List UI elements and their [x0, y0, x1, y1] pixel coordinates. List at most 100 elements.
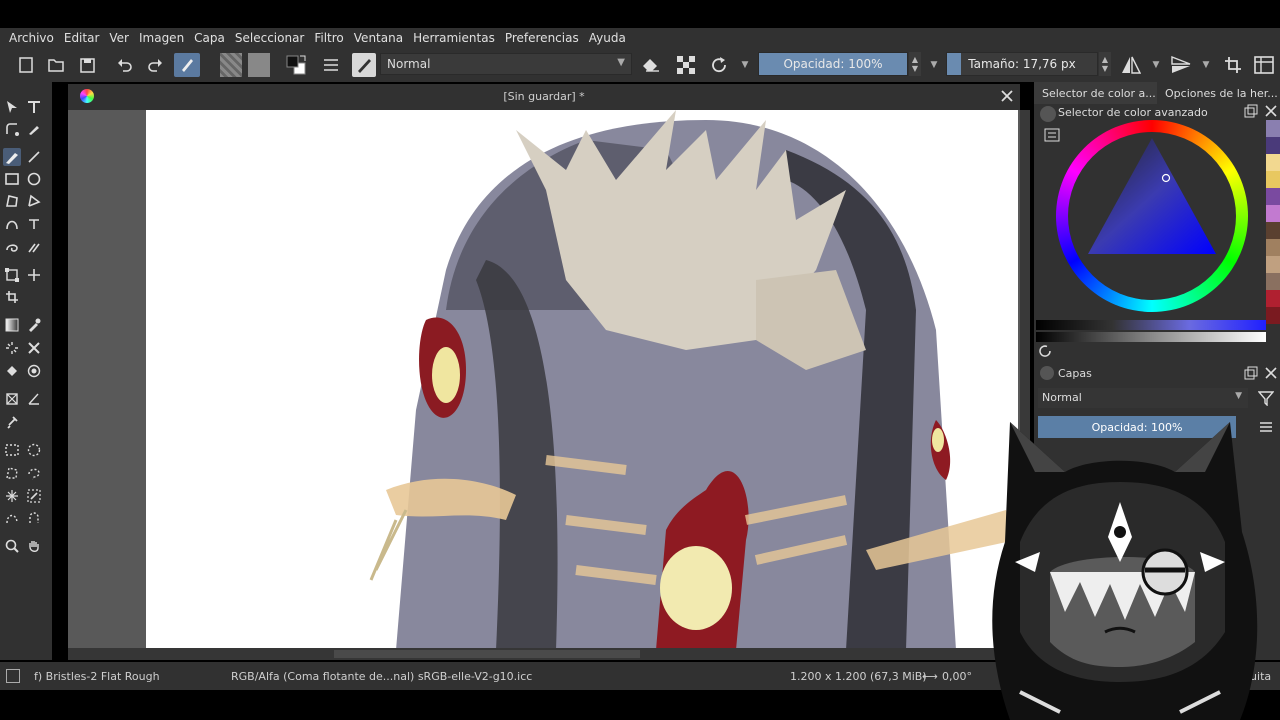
line-tool-icon[interactable]	[25, 148, 43, 166]
swatch[interactable]	[1266, 205, 1280, 222]
menu-preferencias[interactable]: Preferencias	[500, 31, 584, 45]
text-tool-icon[interactable]	[25, 98, 43, 116]
menu-archivo[interactable]: Archivo	[4, 31, 59, 45]
dynamic-brush-icon[interactable]	[3, 238, 21, 256]
calligraphy-icon[interactable]	[25, 120, 43, 138]
multibrush-icon[interactable]	[25, 238, 43, 256]
close-layers-icon[interactable]	[1264, 366, 1278, 380]
magnetic-select-icon[interactable]	[25, 509, 43, 527]
preserve-alpha-icon[interactable]	[675, 53, 697, 77]
move-tool-icon[interactable]	[25, 266, 43, 284]
freehand-brush-icon[interactable]	[3, 148, 21, 166]
freehand-select-icon[interactable]	[25, 464, 43, 482]
rectangle-tool-icon[interactable]	[3, 170, 21, 188]
rect-select-icon[interactable]	[3, 441, 21, 459]
bezier-tool-icon[interactable]	[3, 215, 21, 233]
save-icon[interactable]	[77, 53, 97, 77]
status-rotation[interactable]: 0,00°	[942, 670, 972, 683]
eraser-icon[interactable]	[640, 53, 662, 77]
value-slider[interactable]	[1036, 320, 1266, 330]
filter-icon[interactable]	[1257, 390, 1275, 407]
brush-settings-icon[interactable]	[320, 53, 342, 77]
similar-select-icon[interactable]	[25, 487, 43, 505]
horizontal-scroll-thumb[interactable]	[334, 650, 640, 658]
menu-ver[interactable]: Ver	[104, 31, 134, 45]
drawing-canvas[interactable]	[146, 110, 1018, 650]
swatch[interactable]	[1266, 290, 1280, 307]
enclose-fill-icon[interactable]	[25, 362, 43, 380]
crop-wrap-icon[interactable]	[1222, 53, 1244, 77]
opacity-spin-icon[interactable]: ▲ ▼	[909, 52, 921, 76]
mirror-horizontal-icon[interactable]	[1120, 53, 1142, 77]
smart-patch-icon[interactable]	[25, 339, 43, 357]
ellipse-select-icon[interactable]	[25, 441, 43, 459]
tab-color-selector[interactable]: Selector de color a...	[1034, 82, 1157, 104]
crop-tool-icon[interactable]	[3, 288, 21, 306]
fill-pattern-icon[interactable]	[220, 53, 242, 77]
edit-shapes-icon[interactable]	[3, 120, 21, 138]
polygon-tool-icon[interactable]	[3, 192, 21, 210]
bezier-select-icon[interactable]	[3, 509, 21, 527]
swatch[interactable]	[1266, 256, 1280, 273]
menu-imagen[interactable]: Imagen	[134, 31, 189, 45]
polyline-tool-icon[interactable]	[25, 192, 43, 210]
reference-images-icon[interactable]	[3, 413, 21, 431]
colorize-mask-icon[interactable]	[3, 339, 21, 357]
menu-seleccionar[interactable]: Seleccionar	[230, 31, 309, 45]
hue-ring[interactable]	[1056, 120, 1248, 312]
swatch[interactable]	[1266, 188, 1280, 205]
zoom-tool-icon[interactable]	[3, 537, 21, 555]
ellipse-tool-icon[interactable]	[25, 170, 43, 188]
select-shapes-icon[interactable]	[3, 98, 21, 116]
fg-bg-color-icon[interactable]	[283, 53, 309, 77]
measure-tool-icon[interactable]	[25, 390, 43, 408]
undo-icon[interactable]	[115, 53, 135, 77]
close-document-icon[interactable]	[998, 87, 1016, 105]
brush-presets-icon[interactable]	[174, 53, 200, 77]
gradient-tool-icon[interactable]	[3, 316, 21, 334]
menu-filtro[interactable]: Filtro	[309, 31, 348, 45]
swatch[interactable]	[1266, 154, 1280, 171]
size-slider[interactable]: Tamaño: 17,76 px	[946, 52, 1098, 76]
polygon-select-icon[interactable]	[3, 464, 21, 482]
swatch[interactable]	[1266, 120, 1280, 137]
menu-ayuda[interactable]: Ayuda	[584, 31, 631, 45]
menu-capa[interactable]: Capa	[189, 31, 230, 45]
mirror-vertical-icon[interactable]	[1170, 53, 1192, 77]
swatch[interactable]	[1266, 137, 1280, 154]
size-spin-icon[interactable]: ▲ ▼	[1099, 52, 1111, 76]
canvas-horizontal-scrollbar[interactable]	[68, 648, 1020, 660]
menu-herramientas[interactable]: Herramientas	[408, 31, 500, 45]
mirror-v-chevron-icon[interactable]: ▼	[1200, 53, 1212, 77]
lightness-slider[interactable]	[1036, 332, 1266, 342]
contiguous-select-icon[interactable]	[3, 487, 21, 505]
transform-tool-icon[interactable]	[3, 266, 21, 284]
swatch[interactable]	[1266, 307, 1280, 324]
blend-mode-select[interactable]: Normal ▼	[380, 53, 632, 75]
canvas-only-icon[interactable]	[1252, 53, 1276, 77]
refresh-icon[interactable]	[1038, 344, 1052, 358]
open-folder-icon[interactable]	[46, 53, 66, 77]
pan-tool-icon[interactable]	[25, 537, 43, 555]
float-layers-icon[interactable]	[1244, 366, 1258, 380]
status-brush-name[interactable]: f) Bristles-2 Flat Rough	[34, 670, 160, 683]
swatch[interactable]	[1266, 239, 1280, 256]
mirror-h-chevron-icon[interactable]: ▼	[1150, 53, 1162, 77]
menu-ventana[interactable]: Ventana	[349, 31, 408, 45]
gradient-swatch-icon[interactable]	[248, 53, 270, 77]
new-document-icon[interactable]	[16, 53, 36, 77]
opacity-slider[interactable]: Opacidad: 100%	[758, 52, 908, 76]
swatch[interactable]	[1266, 273, 1280, 290]
freehand-path-icon[interactable]	[25, 215, 43, 233]
float-docker-icon[interactable]	[1244, 104, 1258, 118]
color-picker-icon[interactable]	[25, 316, 43, 334]
layer-blend-select[interactable]: Normal ▼	[1038, 388, 1248, 408]
reload-options-chevron-icon[interactable]: ▼	[738, 53, 752, 77]
redo-icon[interactable]	[145, 53, 165, 77]
menu-editar[interactable]: Editar	[59, 31, 105, 45]
fill-tool-icon[interactable]	[3, 362, 21, 380]
opacity-chevron-icon[interactable]: ▼	[928, 53, 940, 77]
swatch[interactable]	[1266, 171, 1280, 188]
brush-tip-icon[interactable]	[352, 53, 376, 77]
tab-tool-options[interactable]: Opciones de la her...	[1157, 82, 1280, 104]
